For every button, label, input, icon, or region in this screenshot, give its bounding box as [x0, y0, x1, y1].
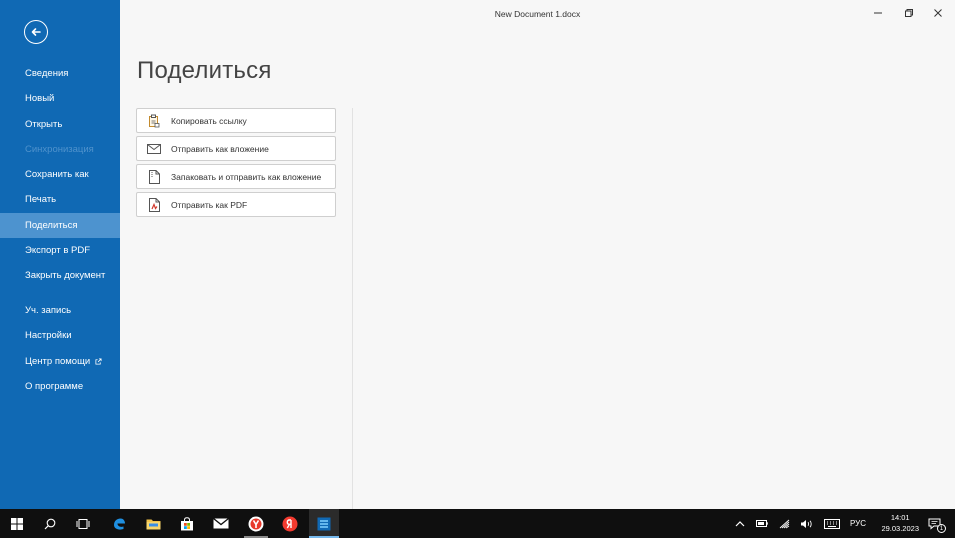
- sidebar-item-sync: Синхронизация: [25, 143, 94, 155]
- sidebar-item-export-pdf[interactable]: Экспорт в PDF: [0, 238, 120, 263]
- tray-volume-button[interactable]: [796, 509, 816, 538]
- zip-and-send-button[interactable]: Запаковать и отправить как вложение: [136, 164, 336, 189]
- file-explorer-icon: [146, 519, 160, 529]
- chevron-up-icon: [735, 521, 745, 527]
- mail-icon: [213, 518, 229, 529]
- office-app-icon: [317, 517, 331, 530]
- edge-taskbar-button[interactable]: [104, 509, 134, 538]
- action-center-button[interactable]: 1: [923, 509, 947, 538]
- send-as-attachment-label: Отправить как вложение: [171, 143, 269, 154]
- share-options-list: Копировать ссылку Отправить как вложение…: [136, 108, 336, 220]
- sidebar-item-new[interactable]: Новый: [0, 86, 120, 111]
- taskbar-clock[interactable]: 14:01 29.03.2023: [881, 512, 919, 534]
- sidebar-item-close-document[interactable]: Закрыть документ: [0, 263, 120, 288]
- speaker-icon: [800, 519, 812, 528]
- copy-link-label: Копировать ссылку: [171, 115, 247, 126]
- yandex-browser-icon: [248, 516, 264, 531]
- sidebar-item-help-center[interactable]: Центр помощи: [0, 349, 120, 374]
- windows-start-icon: [11, 517, 23, 530]
- tray-language-button[interactable]: РУС: [847, 509, 869, 538]
- mail-taskbar-button[interactable]: [206, 509, 236, 538]
- sidebar-item-save-as[interactable]: Сохранить как: [0, 162, 120, 187]
- notification-icon: 1: [928, 518, 946, 533]
- edge-icon: [114, 518, 125, 530]
- send-as-pdf-button[interactable]: Отправить как PDF: [136, 192, 336, 217]
- tray-battery-button[interactable]: [753, 509, 771, 538]
- sidebar-item-print[interactable]: Печать: [0, 187, 120, 212]
- tray-network-button[interactable]: [775, 509, 793, 538]
- file-explorer-taskbar-button[interactable]: [138, 509, 168, 538]
- sidebar-menu-secondary: Уч. запись Настройки Центр помощи О прог…: [0, 298, 120, 399]
- store-taskbar-button[interactable]: [172, 509, 202, 538]
- office-app-taskbar-button[interactable]: [309, 509, 339, 538]
- task-view-icon: [76, 518, 90, 529]
- sidebar-item-open[interactable]: Открыть: [0, 112, 120, 137]
- clipboard-icon: [147, 114, 161, 128]
- notification-count-badge: 1: [937, 523, 946, 533]
- copy-link-button[interactable]: Копировать ссылку: [136, 108, 336, 133]
- close-icon: [934, 9, 942, 17]
- sidebar: Сведения Новый Открыть Синхронизация Сох…: [0, 0, 120, 509]
- arrow-left-icon: [31, 28, 41, 36]
- send-as-attachment-button[interactable]: Отправить как вложение: [136, 136, 336, 161]
- zip-file-icon: [147, 169, 161, 184]
- page-title: Поделиться: [137, 57, 272, 84]
- keyboard-icon: [824, 518, 840, 529]
- tray-overflow-button[interactable]: [731, 509, 749, 538]
- envelope-icon: [147, 142, 161, 156]
- sidebar-item-help-center-label: Центр помощи: [25, 355, 91, 367]
- back-button[interactable]: [24, 20, 48, 44]
- taskbar: РУС 14:01 29.03.2023 1: [0, 509, 955, 538]
- content-divider: [352, 108, 353, 509]
- taskbar-search-button[interactable]: [35, 509, 65, 538]
- send-as-pdf-label: Отправить как PDF: [171, 199, 248, 210]
- sidebar-item-info[interactable]: Сведения: [0, 61, 120, 86]
- window-title: New Document 1.docx: [494, 9, 581, 19]
- task-view-button[interactable]: [68, 509, 98, 538]
- sidebar-item-about[interactable]: О программе: [0, 374, 120, 399]
- minimize-button[interactable]: [865, 4, 891, 22]
- zip-and-send-label: Запаковать и отправить как вложение: [171, 171, 322, 182]
- restore-icon: [905, 9, 913, 17]
- yandex-icon: [282, 516, 298, 531]
- wifi-icon: [779, 519, 789, 528]
- restore-button[interactable]: [896, 4, 922, 22]
- battery-icon: [756, 520, 768, 527]
- sidebar-item-share[interactable]: Поделиться: [0, 212, 120, 239]
- store-icon: [181, 516, 193, 530]
- start-button[interactable]: [2, 509, 32, 538]
- yandex-browser-taskbar-button[interactable]: [241, 509, 271, 538]
- clock-date: 29.03.2023: [881, 524, 919, 533]
- sidebar-menu-primary: Сведения Новый Открыть Синхронизация Сох…: [0, 61, 120, 289]
- minimize-icon: [874, 12, 882, 14]
- pdf-file-icon: [147, 197, 161, 212]
- search-icon: [44, 518, 56, 529]
- close-button[interactable]: [925, 4, 951, 22]
- sidebar-item-settings[interactable]: Настройки: [0, 323, 120, 348]
- external-link-icon: [95, 358, 102, 365]
- sidebar-item-account[interactable]: Уч. запись: [0, 298, 120, 323]
- tray-keyboard-button[interactable]: [821, 509, 843, 538]
- yandex-taskbar-button[interactable]: [275, 509, 305, 538]
- clock-time: 14:01: [890, 513, 910, 522]
